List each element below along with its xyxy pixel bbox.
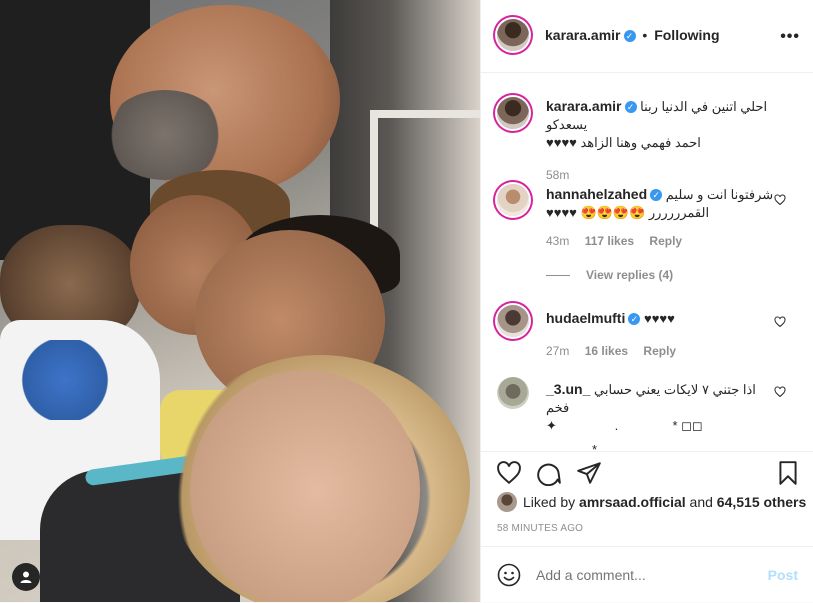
like-comment-heart-icon[interactable] — [774, 316, 786, 328]
tagged-users-button[interactable] — [12, 563, 40, 591]
following-button[interactable]: Following — [654, 27, 719, 43]
caption-avatar[interactable] — [497, 97, 529, 129]
like-heart-icon[interactable] — [496, 460, 522, 486]
reply-button[interactable]: Reply — [649, 234, 682, 248]
save-bookmark-icon[interactable] — [775, 460, 801, 486]
comment-likes[interactable]: 117 likes — [585, 234, 634, 248]
view-replies-line — [546, 274, 570, 276]
comment-text-line3: * — [592, 442, 598, 451]
view-replies-label: View replies (4) — [586, 268, 674, 282]
comment-text-line1: شرفتونا انت و سليم — [665, 187, 774, 202]
comment-body: hannahelzahed ✓ شرفتونا انت و سليم القمرر… — [546, 185, 776, 248]
post-photo[interactable] — [0, 0, 480, 602]
author-avatar[interactable] — [497, 19, 529, 51]
verified-badge-icon: ✓ — [628, 313, 641, 325]
share-paper-plane-icon[interactable] — [576, 460, 602, 486]
comment-username[interactable]: hannahelzahed — [546, 186, 647, 202]
caption-text-line2: احمد فهمي وهنا الزاهد ♥♥♥♥ — [546, 135, 701, 150]
comment-username[interactable]: hudaelmufti — [546, 310, 625, 326]
caption-username[interactable]: karara.amir — [546, 98, 622, 114]
post-side-panel: karara.amir ✓ • Following ••• karara.amir… — [480, 0, 813, 602]
photo-face-woman — [190, 370, 420, 602]
liker-username[interactable]: amrsaad.official — [579, 494, 686, 510]
post-timestamp[interactable]: 58 MINUTES AGO — [497, 523, 583, 534]
comment-text-line1: ♥♥♥♥ — [643, 311, 675, 326]
likes-middle: and — [689, 494, 713, 510]
comment-time[interactable]: 43m — [546, 234, 569, 248]
comment-likes[interactable]: 16 likes — [585, 344, 628, 358]
like-comment-heart-icon[interactable] — [774, 386, 786, 398]
add-comment-bar: Post — [481, 546, 813, 603]
verified-badge-icon: ✓ — [623, 30, 636, 42]
comment-text-line2: القمرررررر 😍😍😍😍 ♥♥♥♥ — [546, 205, 710, 220]
comment-username[interactable]: _3.un_ — [546, 381, 590, 397]
comment-meta: 43m 117 likes Reply — [546, 234, 776, 248]
comment-body: hudaelmufti ✓ ♥♥♥♥ 27m 16 likes Reply — [546, 309, 776, 358]
likes-prefix: Liked by — [523, 494, 576, 510]
like-comment-heart-icon[interactable] — [774, 194, 786, 206]
comment-meta: 27m 16 likes Reply — [546, 344, 776, 358]
caption-time: 58m — [546, 168, 570, 182]
comments-list: karara.amir ✓ احلي اتنين في الدنيا ربنا ي… — [481, 73, 813, 451]
likes-summary: Liked by amrsaad.official and 64,515 oth… — [497, 492, 806, 512]
comment-avatar[interactable] — [497, 184, 529, 216]
more-options-icon[interactable]: ••• — [780, 28, 800, 46]
verified-badge-icon: ✓ — [650, 189, 663, 201]
instagram-post-modal: karara.amir ✓ • Following ••• karara.amir… — [0, 0, 813, 602]
post-actions — [481, 451, 813, 492]
emoji-smile-icon[interactable] — [497, 563, 521, 587]
caption-body: karara.amir ✓ احلي اتنين في الدنيا ربنا ي… — [546, 97, 796, 182]
comment-avatar[interactable] — [497, 305, 529, 337]
comment-text-line2: ✦ . * ◻◻ — [546, 418, 703, 433]
author-username[interactable]: karara.amir — [545, 27, 621, 43]
comment-avatar[interactable] — [497, 377, 529, 409]
likes-others-count[interactable]: 64,515 others — [717, 494, 807, 510]
comment-bubble-icon[interactable] — [536, 460, 562, 486]
user-icon — [20, 571, 32, 583]
comment-time[interactable]: 27m — [546, 344, 569, 358]
author-info: karara.amir ✓ • Following — [545, 27, 720, 43]
view-replies-button[interactable]: View replies (4) — [546, 268, 673, 282]
post-comment-button[interactable]: Post — [768, 567, 798, 583]
header-separator: • — [642, 27, 648, 43]
photo-tshirt-print — [20, 340, 110, 420]
liker-avatar[interactable] — [497, 492, 517, 512]
comment-input[interactable] — [536, 567, 756, 583]
verified-badge-icon: ✓ — [624, 101, 637, 113]
post-header: karara.amir ✓ • Following ••• — [481, 0, 813, 73]
comment-body: _3.un_ اذا جتني ٧ لايكات يعني حسابي فخم … — [546, 380, 776, 451]
reply-button[interactable]: Reply — [643, 344, 676, 358]
photo-beard — [105, 90, 225, 180]
